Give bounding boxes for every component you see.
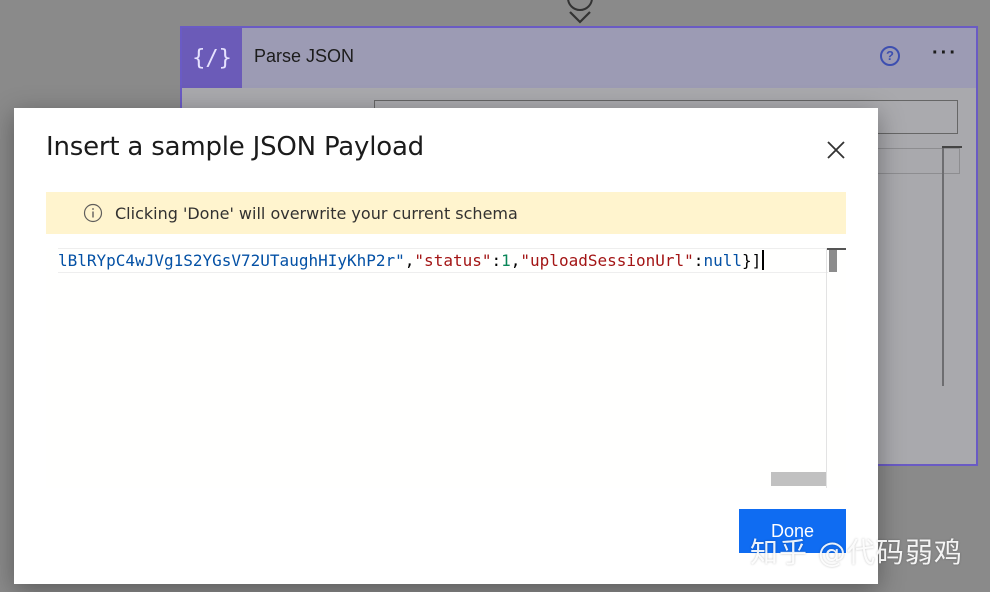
vertical-scrollbar-thumb[interactable]: [829, 250, 837, 272]
help-circle-icon: ?: [880, 46, 900, 66]
code-token: ,: [404, 251, 415, 270]
info-icon: [83, 203, 103, 223]
code-token: lBlRYpC4wJVg1S2YGsV72UTaughHIyKhP2r": [58, 251, 405, 270]
code-token: "uploadSessionUrl": [520, 251, 694, 270]
code-token: "status": [414, 251, 492, 270]
json-braces-icon: {∕}: [182, 28, 242, 88]
horizontal-scrollbar-thumb[interactable]: [771, 472, 826, 486]
warning-text: Clicking 'Done' will overwrite your curr…: [115, 204, 518, 223]
editor-vertical-scrollbar[interactable]: [826, 248, 846, 488]
action-card-title: Parse JSON: [254, 46, 355, 66]
code-token: }]: [741, 251, 762, 270]
flow-connector-arrow-icon: [567, 0, 593, 24]
close-icon: [827, 141, 845, 159]
text-cursor: [762, 250, 765, 270]
json-payload-editor[interactable]: lBlRYpC4wJVg1S2YGsV72UTaughHIyKhP2r","st…: [46, 248, 846, 488]
ellipsis-icon: ···: [932, 42, 958, 64]
code-token: :: [693, 251, 704, 270]
code-token: null: [703, 251, 742, 270]
overwrite-warning-bar: Clicking 'Done' will overwrite your curr…: [46, 192, 846, 234]
schema-scrollbar: [942, 146, 944, 386]
schema-field: [874, 148, 960, 174]
dialog-title: Insert a sample JSON Payload: [46, 132, 424, 162]
sample-json-dialog: Insert a sample JSON Payload Clicking 'D…: [14, 108, 878, 584]
code-token: 1: [501, 251, 511, 270]
code-token: ,: [510, 251, 521, 270]
watermark-text: 知乎 @代码弱鸡: [750, 536, 963, 569]
close-button[interactable]: [820, 134, 852, 166]
schema-scrollbar-top: [942, 146, 962, 148]
code-line: lBlRYpC4wJVg1S2YGsV72UTaughHIyKhP2r","st…: [58, 250, 765, 272]
action-card-header: {∕} Parse JSON ? ···: [182, 28, 976, 88]
code-token: :: [491, 251, 502, 270]
